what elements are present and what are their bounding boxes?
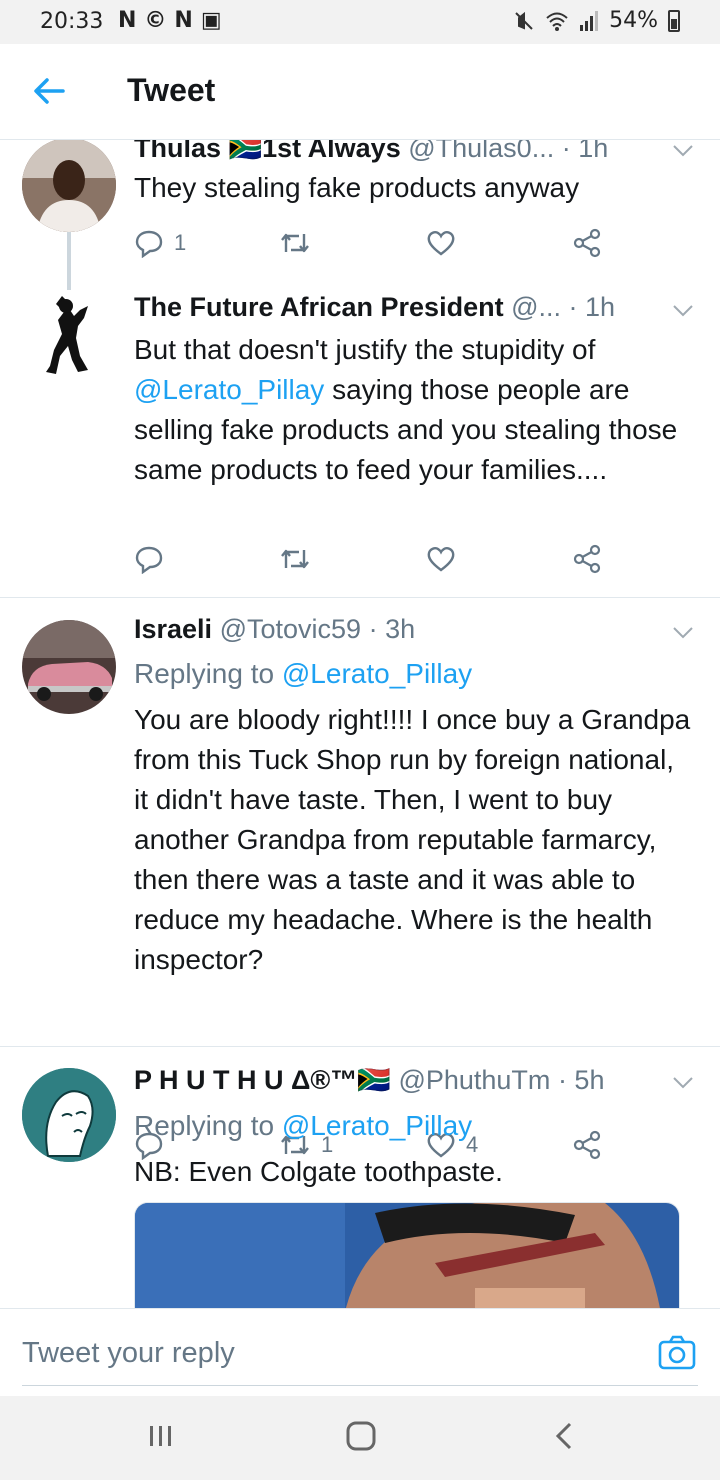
replying-label: Replying to bbox=[134, 1110, 282, 1141]
timestamp: · 5h bbox=[557, 1065, 605, 1095]
text-segment: But that doesn't justify the stupidity o… bbox=[134, 334, 596, 365]
tweet-header: Thulas 🇿🇦1st Always @Thulas0... · 1h bbox=[134, 140, 608, 164]
reply-input[interactable]: Tweet your reply bbox=[22, 1337, 235, 1370]
timestamp: · 1h bbox=[561, 140, 609, 163]
reply-button[interactable] bbox=[134, 544, 174, 574]
heart-icon bbox=[427, 231, 455, 256]
avatar[interactable] bbox=[22, 1068, 116, 1162]
share-button[interactable] bbox=[572, 544, 602, 574]
handle[interactable]: @PhuthuTm bbox=[398, 1065, 550, 1095]
retweet-icon bbox=[281, 233, 309, 253]
whatsapp-icon: © bbox=[144, 8, 167, 33]
handle[interactable]: @... bbox=[511, 292, 561, 322]
heart-icon bbox=[427, 547, 455, 572]
chevron-down-icon[interactable] bbox=[672, 144, 694, 158]
replying-label: Replying to bbox=[134, 658, 282, 689]
replying-to: Replying to @Lerato_Pillay bbox=[134, 1110, 472, 1142]
share-icon bbox=[573, 544, 601, 574]
status-bar: 20:33 N © N ▣ 54% bbox=[0, 0, 720, 44]
tweet-header: The Future African President @... · 1h bbox=[134, 292, 615, 323]
home-icon[interactable] bbox=[345, 1420, 377, 1452]
chevron-down-icon[interactable] bbox=[672, 1076, 694, 1090]
notification-n-icon: N bbox=[118, 8, 137, 33]
page-title: Tweet bbox=[127, 72, 216, 108]
tweet-header: P H U T H U Δ®™🇿🇦 @PhuthuTm · 5h bbox=[134, 1064, 604, 1096]
app-bar: Tweet bbox=[0, 44, 720, 140]
like-button[interactable] bbox=[426, 544, 466, 574]
share-icon bbox=[573, 228, 601, 258]
display-name[interactable]: Thulas 🇿🇦1st Always bbox=[134, 140, 401, 163]
retweet-icon bbox=[281, 549, 309, 569]
avatar[interactable] bbox=[22, 620, 116, 714]
mute-icon bbox=[515, 11, 533, 30]
handle[interactable]: @Totovic59 bbox=[220, 614, 361, 644]
battery-icon bbox=[668, 9, 680, 32]
system-nav-bar bbox=[0, 1396, 720, 1480]
tweet-actions: 1 bbox=[134, 228, 614, 268]
reply-icon bbox=[135, 230, 163, 258]
recent-apps-icon[interactable] bbox=[146, 1420, 176, 1452]
reply-count: 1 bbox=[174, 230, 187, 255]
tweet-text: They stealing fake products anyway bbox=[134, 172, 580, 203]
clock: 20:33 bbox=[40, 9, 104, 34]
reply-button[interactable]: 1 bbox=[134, 228, 186, 258]
mention-link[interactable]: @Lerato_Pillay bbox=[282, 658, 472, 689]
back-arrow-icon[interactable] bbox=[30, 72, 68, 110]
tweet-media-image[interactable] bbox=[134, 1202, 680, 1308]
tweet-text: NB: Even Colgate toothpaste. bbox=[134, 1156, 503, 1187]
avatar[interactable] bbox=[22, 290, 116, 384]
back-nav-icon[interactable] bbox=[552, 1420, 576, 1452]
input-underline bbox=[22, 1385, 698, 1386]
chevron-down-icon[interactable] bbox=[672, 304, 694, 318]
camera-icon[interactable] bbox=[658, 1333, 696, 1371]
display-name[interactable]: The Future African President bbox=[134, 292, 504, 322]
wifi-icon bbox=[546, 12, 568, 31]
thread-line bbox=[67, 232, 71, 290]
avatar[interactable] bbox=[22, 140, 116, 232]
retweet-button[interactable] bbox=[279, 228, 321, 258]
retweet-button[interactable] bbox=[279, 544, 321, 574]
chevron-down-icon[interactable] bbox=[672, 626, 694, 640]
tweet-header: Israeli @Totovic59 · 3h bbox=[134, 614, 415, 645]
timestamp: · 1h bbox=[568, 292, 616, 322]
timestamp: · 3h bbox=[368, 614, 416, 644]
reply-thread[interactable]: Thulas 🇿🇦1st Always @Thulas0... · 1h The… bbox=[0, 140, 720, 1308]
reply-icon bbox=[135, 546, 163, 574]
tweet-actions bbox=[134, 544, 614, 584]
display-name[interactable]: P H U T H U Δ®™🇿🇦 bbox=[134, 1065, 391, 1095]
reply-composer: Tweet your reply bbox=[0, 1308, 720, 1397]
gallery-icon: ▣ bbox=[200, 8, 222, 33]
display-name[interactable]: Israeli bbox=[134, 614, 212, 644]
like-button[interactable] bbox=[426, 228, 466, 258]
notification-n-icon: N bbox=[174, 8, 193, 33]
mention-link[interactable]: @Lerato_Pillay bbox=[282, 1110, 472, 1141]
share-button[interactable] bbox=[572, 228, 602, 258]
divider bbox=[0, 1046, 720, 1047]
signal-icon bbox=[580, 10, 599, 31]
notification-icons: N © N ▣ bbox=[118, 8, 222, 33]
tweet-text: You are bloody right!!!! I once buy a Gr… bbox=[134, 704, 691, 975]
replying-to: Replying to @Lerato_Pillay bbox=[134, 658, 472, 690]
mention-link[interactable]: @Lerato_Pillay bbox=[134, 374, 324, 405]
battery-percent: 54% bbox=[609, 8, 658, 33]
divider bbox=[0, 597, 720, 598]
tweet-text: But that doesn't justify the stupidity o… bbox=[134, 330, 694, 490]
handle[interactable]: @Thulas0... bbox=[408, 140, 554, 163]
